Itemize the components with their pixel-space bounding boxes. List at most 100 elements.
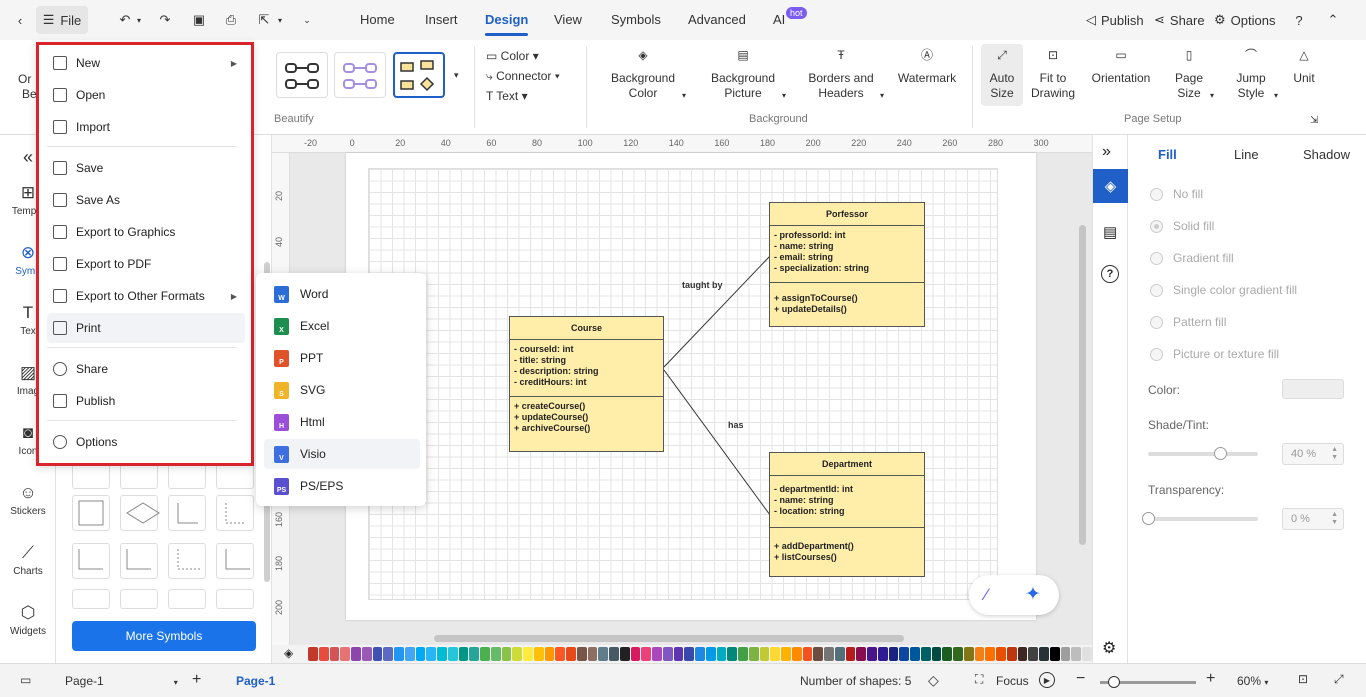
- menu-item-new[interactable]: New ▶: [47, 48, 245, 78]
- fit-page-icon[interactable]: ⛶: [975, 672, 983, 687]
- slider-knob[interactable]: [1142, 512, 1155, 525]
- export-visio[interactable]: V Visio: [264, 439, 420, 469]
- menu-item-open[interactable]: Open: [47, 80, 245, 110]
- color-swatch[interactable]: [544, 647, 555, 661]
- export-ppt[interactable]: P PPT: [264, 343, 420, 373]
- color-swatch[interactable]: [458, 647, 469, 661]
- color-swatch[interactable]: [501, 647, 512, 661]
- fill-bucket-icon[interactable]: ◈: [284, 646, 293, 660]
- focus-button[interactable]: Focus: [996, 674, 1029, 688]
- page-select[interactable]: Page-1 ▾: [65, 674, 178, 688]
- color-swatch[interactable]: [1006, 647, 1017, 661]
- tab-shadow[interactable]: Shadow: [1303, 147, 1350, 162]
- color-swatch[interactable]: [1039, 647, 1049, 661]
- menu-item-print[interactable]: Print: [47, 313, 245, 343]
- transparency-value[interactable]: 0 % ▲ ▼: [1282, 508, 1344, 530]
- color-swatch[interactable]: [727, 647, 737, 661]
- fill-style-icon[interactable]: ◈: [1093, 169, 1128, 203]
- color-swatch[interactable]: [705, 647, 716, 661]
- color-swatch[interactable]: [996, 647, 1006, 661]
- add-page-icon[interactable]: +: [192, 671, 201, 689]
- color-swatch[interactable]: [1049, 647, 1060, 661]
- color-swatch[interactable]: [824, 647, 834, 661]
- color-swatch[interactable]: [361, 647, 372, 661]
- play-icon[interactable]: ▶: [1039, 672, 1055, 688]
- transparency-slider[interactable]: [1142, 512, 1258, 525]
- color-swatch[interactable]: [867, 647, 877, 661]
- color-swatch[interactable]: [437, 647, 447, 661]
- color-swatch[interactable]: [587, 647, 598, 661]
- color-swatch[interactable]: [716, 647, 727, 661]
- color-swatch[interactable]: [619, 647, 630, 661]
- color-swatch[interactable]: [662, 647, 673, 661]
- color-swatch[interactable]: [942, 647, 952, 661]
- color-swatch[interactable]: [931, 647, 942, 661]
- page-layout-icon[interactable]: ▭: [20, 673, 31, 687]
- color-swatch[interactable]: [480, 647, 490, 661]
- expand-panel-icon[interactable]: »: [1102, 143, 1111, 161]
- uml-class-course[interactable]: Course - courseId: int - title: string -…: [509, 316, 664, 452]
- color-swatch[interactable]: [974, 647, 985, 661]
- color-swatch[interactable]: [845, 647, 856, 661]
- solid-fill-option[interactable]: Solid fill: [1150, 219, 1214, 233]
- uml-class-professor[interactable]: Porfessor - professorId: int - name: str…: [769, 202, 925, 327]
- color-swatch[interactable]: [738, 647, 748, 661]
- color-swatch[interactable]: [985, 647, 995, 661]
- menu-item-export-graphics[interactable]: Export to Graphics: [47, 217, 245, 247]
- slider-knob[interactable]: [1108, 676, 1120, 688]
- color-swatch[interactable]: [340, 647, 350, 661]
- color-swatch[interactable]: [308, 647, 318, 661]
- color-swatch[interactable]: [920, 647, 931, 661]
- zoom-slider[interactable]: [1100, 676, 1196, 688]
- color-swatch[interactable]: [673, 647, 684, 661]
- color-swatch[interactable]: [1082, 647, 1092, 661]
- color-swatch[interactable]: [759, 647, 770, 661]
- color-swatch[interactable]: [447, 647, 458, 661]
- color-swatch[interactable]: [490, 647, 501, 661]
- export-excel[interactable]: X Excel: [264, 311, 420, 341]
- menu-item-share[interactable]: Share: [47, 354, 245, 384]
- slider-knob[interactable]: [1214, 447, 1227, 460]
- color-swatch[interactable]: [963, 647, 974, 661]
- layers-icon[interactable]: ◇: [928, 672, 939, 689]
- tab-line[interactable]: Line: [1234, 147, 1259, 162]
- color-swatch[interactable]: [1028, 647, 1038, 661]
- color-picker[interactable]: [1282, 379, 1344, 399]
- help-circle-icon[interactable]: ?: [1101, 265, 1119, 283]
- menu-item-export-other[interactable]: Export to Other Formats ▶: [47, 281, 245, 311]
- zoom-level[interactable]: 60% ▾: [1237, 674, 1268, 688]
- gradient-fill-option[interactable]: Gradient fill: [1150, 251, 1234, 265]
- color-swatch[interactable]: [609, 647, 619, 661]
- shade-tint-value[interactable]: 40 % ▲ ▼: [1282, 443, 1344, 465]
- color-swatch[interactable]: [781, 647, 791, 661]
- color-swatch[interactable]: [856, 647, 866, 661]
- shade-tint-slider[interactable]: [1148, 447, 1258, 460]
- color-swatch[interactable]: [394, 647, 404, 661]
- color-swatch[interactable]: [1071, 647, 1081, 661]
- color-swatch[interactable]: [1060, 647, 1071, 661]
- color-swatch[interactable]: [695, 647, 705, 661]
- color-swatch[interactable]: [770, 647, 780, 661]
- color-swatch[interactable]: [813, 647, 823, 661]
- color-swatch[interactable]: [383, 647, 393, 661]
- color-swatch[interactable]: [523, 647, 533, 661]
- color-swatch[interactable]: [404, 647, 415, 661]
- zoom-in-icon[interactable]: +: [1206, 670, 1215, 688]
- color-swatch[interactable]: [630, 647, 641, 661]
- no-fill-option[interactable]: No fill: [1150, 187, 1203, 201]
- color-swatch[interactable]: [910, 647, 920, 661]
- zoom-out-icon[interactable]: −: [1076, 670, 1085, 688]
- export-word[interactable]: W Word: [264, 279, 420, 309]
- color-swatch[interactable]: [512, 647, 522, 661]
- menu-item-save-as[interactable]: Save As: [47, 185, 245, 215]
- uml-class-department[interactable]: Department - departmentId: int - name: s…: [769, 452, 925, 577]
- color-swatch[interactable]: [641, 647, 651, 661]
- menu-item-options[interactable]: Options: [47, 427, 245, 457]
- color-swatch[interactable]: [877, 647, 888, 661]
- color-swatch[interactable]: [426, 647, 436, 661]
- color-swatch[interactable]: [684, 647, 694, 661]
- settings-gear-icon[interactable]: ⚙: [1102, 638, 1116, 658]
- color-swatch[interactable]: [652, 647, 662, 661]
- fullscreen-icon[interactable]: ⤢: [1334, 672, 1344, 687]
- pattern-fill-option[interactable]: Pattern fill: [1150, 315, 1226, 329]
